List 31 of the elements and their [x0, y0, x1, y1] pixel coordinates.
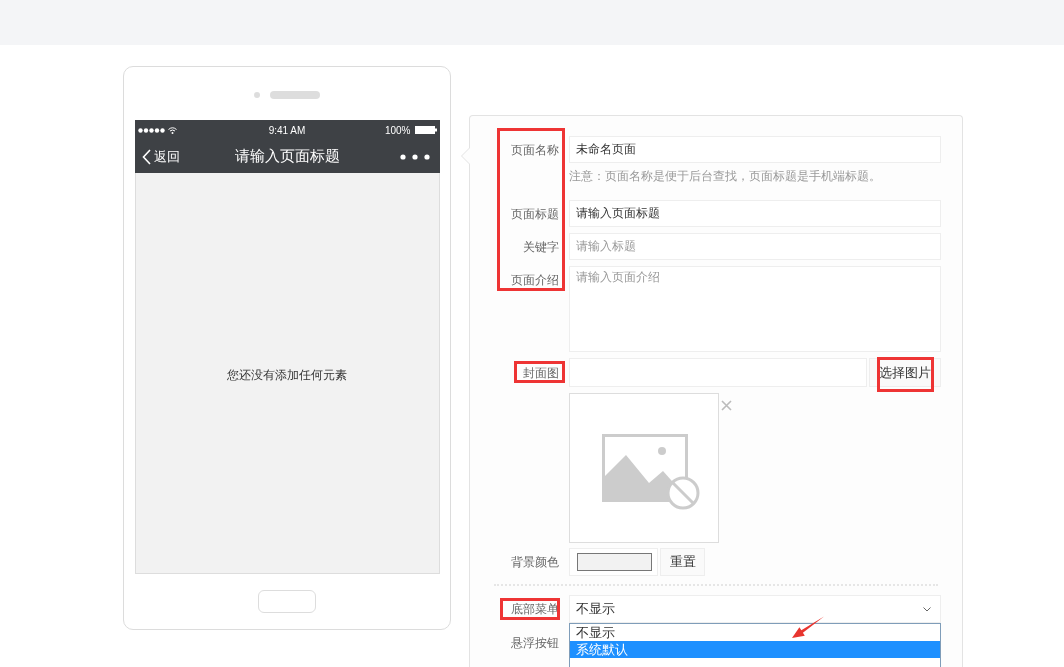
- field-label: 关键字: [522, 238, 559, 255]
- signal-icon: [137, 127, 165, 133]
- color-picker[interactable]: [569, 548, 658, 576]
- chevron-down-icon: [923, 606, 931, 612]
- battery-percent: 100%: [384, 124, 411, 136]
- chevron-left-icon: [141, 148, 151, 165]
- input-field[interactable]: 请输入页面标题: [569, 200, 941, 227]
- field-label: 底部菜单: [510, 601, 559, 617]
- field-label: 页面名称: [510, 141, 559, 158]
- dropdown-option[interactable]: 不显示: [570, 624, 940, 641]
- no-image-icon: [601, 433, 701, 511]
- field-label: 页面介绍: [510, 272, 559, 288]
- select-field[interactable]: 不显示: [569, 595, 941, 623]
- field-label: 背景颜色: [510, 554, 559, 570]
- wifi-icon: [167, 126, 177, 134]
- battery-icon: [414, 126, 437, 134]
- field-note: 注意：页面名称是便于后台查找，页面标题是手机端标题。: [569, 169, 882, 183]
- more-icon[interactable]: [399, 153, 430, 160]
- speaker-icon: [270, 91, 320, 99]
- field-label: 页面标题: [510, 205, 559, 222]
- field-label: 悬浮按钮: [510, 634, 559, 651]
- empty-message: 您还没有添加任何元素: [227, 368, 347, 382]
- status-time: 9:41 AM: [268, 124, 306, 136]
- camera-icon: [254, 92, 260, 98]
- color-swatch-icon: [577, 553, 652, 571]
- field-label: 封面图: [522, 364, 559, 381]
- input-field[interactable]: 未命名页面: [569, 136, 941, 163]
- home-button-drawing: [258, 590, 316, 613]
- back-button[interactable]: 返回: [141, 147, 180, 166]
- reset-button[interactable]: 重置: [660, 548, 705, 576]
- nav-title: 请输入页面标题: [234, 147, 340, 166]
